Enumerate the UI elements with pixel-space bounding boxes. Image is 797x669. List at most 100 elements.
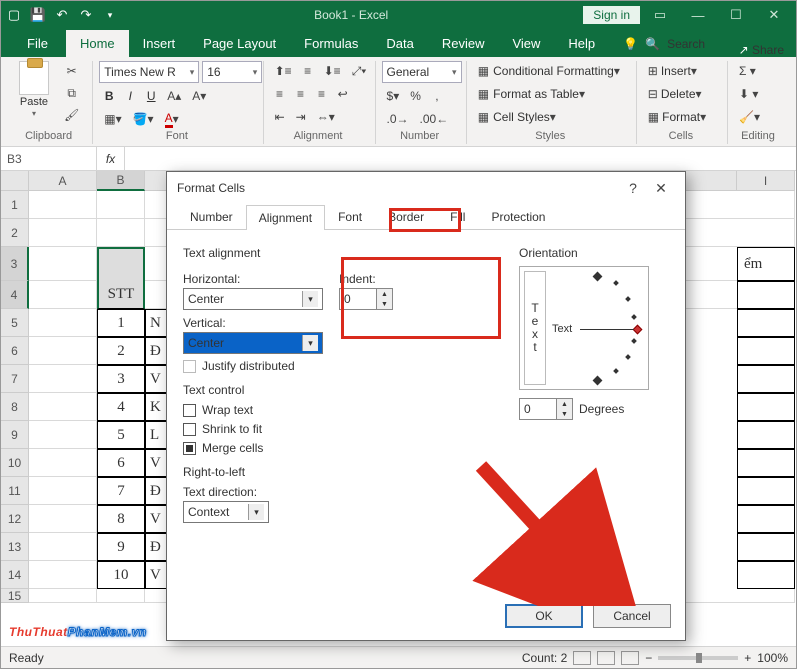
cell[interactable] (737, 219, 795, 247)
clear-button[interactable]: 🧹▾ (734, 107, 765, 127)
cell[interactable]: ểm (737, 247, 795, 281)
row-header[interactable]: 8 (1, 393, 29, 421)
tab-file[interactable]: File (13, 30, 66, 57)
cell[interactable] (29, 281, 97, 309)
share-button[interactable]: ↗ Share (739, 43, 784, 57)
conditional-formatting-button[interactable]: ▦ Conditional Formatting ▾ (473, 61, 633, 81)
cut-button[interactable]: ✂ (59, 61, 84, 81)
text-direction-dropdown[interactable]: Context▾ (183, 501, 269, 523)
zoom-out-button[interactable]: − (645, 651, 652, 665)
shrink-to-fit-checkbox[interactable]: Shrink to fit (183, 422, 495, 436)
dialog-titlebar[interactable]: Format Cells ? ✕ (167, 172, 685, 204)
cell[interactable] (737, 191, 795, 219)
decrease-decimal-button[interactable]: .00← (415, 109, 454, 129)
font-color-button[interactable]: A▾ (160, 109, 184, 129)
cell[interactable] (737, 505, 795, 533)
align-left-button[interactable]: ≡ (270, 84, 290, 104)
degrees-spinner[interactable]: ▲▼ (519, 398, 573, 420)
autosum-button[interactable]: Σ ▾ (734, 61, 761, 81)
row-header[interactable]: 4 (1, 281, 29, 309)
cell-stt[interactable]: 3 (97, 365, 145, 393)
cell[interactable] (29, 337, 97, 365)
row-header[interactable]: 10 (1, 449, 29, 477)
cell-name-fragment[interactable]: V (145, 449, 167, 477)
cell-name-fragment[interactable]: Đ (145, 533, 167, 561)
italic-button[interactable]: I (120, 86, 140, 106)
cell[interactable] (29, 309, 97, 337)
number-format-combo[interactable]: General▾ (382, 61, 462, 83)
tab-view[interactable]: View (498, 30, 554, 57)
decrease-indent-button[interactable]: ⇤ (270, 107, 290, 127)
cell-stt[interactable]: 1 (97, 309, 145, 337)
cell[interactable] (737, 533, 795, 561)
orientation-control[interactable]: Text Text (519, 266, 649, 390)
dialog-close-icon[interactable]: ✕ (647, 180, 675, 197)
cell-stt[interactable]: 7 (97, 477, 145, 505)
cell-name-fragment[interactable]: K (145, 393, 167, 421)
autosave-icon[interactable]: ▢ (5, 6, 23, 24)
cell[interactable] (737, 421, 795, 449)
cell[interactable] (737, 589, 795, 603)
cell-name-fragment[interactable]: V (145, 365, 167, 393)
cell[interactable] (29, 247, 97, 281)
degrees-input[interactable] (520, 399, 556, 419)
align-bottom-button[interactable]: ⬇≡ (319, 61, 346, 81)
close-icon[interactable]: ✕ (756, 3, 792, 27)
tab-help[interactable]: Help (554, 30, 609, 57)
cell-styles-button[interactable]: ▦ Cell Styles ▾ (473, 107, 633, 127)
cancel-button[interactable]: Cancel (593, 604, 671, 628)
cell-selected[interactable] (97, 247, 145, 281)
orientation-button[interactable]: ⤢▾ (347, 61, 372, 81)
row-header[interactable]: 3 (1, 247, 29, 281)
cell-stt[interactable]: 6 (97, 449, 145, 477)
indent-input[interactable] (340, 289, 376, 309)
cell-stt[interactable]: 9 (97, 533, 145, 561)
horizontal-dropdown[interactable]: Center▾ (183, 288, 323, 310)
qat-customize-icon[interactable]: ▾ (101, 6, 119, 24)
align-center-button[interactable]: ≡ (291, 84, 311, 104)
save-icon[interactable]: 💾 (29, 6, 47, 24)
tab-formulas[interactable]: Formulas (290, 30, 372, 57)
cell-stt[interactable]: 4 (97, 393, 145, 421)
font-size-combo[interactable]: 16▾ (202, 61, 262, 83)
cell[interactable] (737, 365, 795, 393)
cell[interactable] (737, 337, 795, 365)
page-break-view-icon[interactable] (621, 651, 639, 665)
zoom-in-button[interactable]: + (744, 651, 751, 665)
tab-review[interactable]: Review (428, 30, 499, 57)
cell[interactable] (29, 505, 97, 533)
cell[interactable] (737, 281, 795, 309)
row-header[interactable]: 15 (1, 589, 29, 603)
dlg-tab-number[interactable]: Number (177, 204, 246, 229)
cell[interactable] (29, 219, 97, 247)
tab-insert[interactable]: Insert (129, 30, 190, 57)
cell[interactable] (737, 309, 795, 337)
copy-button[interactable]: ⧉ (59, 83, 84, 103)
ok-button[interactable]: OK (505, 604, 583, 628)
dlg-tab-font[interactable]: Font (325, 204, 375, 229)
format-as-table-button[interactable]: ▦ Format as Table ▾ (473, 84, 633, 104)
signin-button[interactable]: Sign in (583, 6, 640, 24)
cell-header-stt[interactable]: STT (97, 281, 145, 309)
dialog-help-icon[interactable]: ? (619, 180, 647, 196)
cell[interactable] (737, 477, 795, 505)
fill-button[interactable]: ⬇ ▾ (734, 84, 763, 104)
cell[interactable] (29, 477, 97, 505)
redo-icon[interactable]: ↷ (77, 6, 95, 24)
spinner-up-icon[interactable]: ▲ (376, 289, 392, 299)
name-box[interactable]: B3 (1, 147, 97, 170)
wrap-text-button[interactable]: ↩ (333, 84, 353, 104)
dlg-tab-border[interactable]: Border (375, 204, 437, 229)
cell-name-fragment[interactable]: L (145, 421, 167, 449)
decrease-font-button[interactable]: A▾ (187, 86, 211, 106)
select-all-corner[interactable] (1, 171, 29, 191)
fill-color-button[interactable]: 🪣▾ (128, 109, 159, 129)
ribbon-options-icon[interactable]: ▭ (642, 3, 678, 27)
tab-data[interactable]: Data (372, 30, 427, 57)
align-top-button[interactable]: ⬆≡ (270, 61, 297, 81)
cell-name-fragment[interactable]: N (145, 309, 167, 337)
format-painter-button[interactable]: 🖌 (59, 105, 84, 125)
increase-font-button[interactable]: A▴ (162, 86, 186, 106)
underline-button[interactable]: U (141, 86, 161, 106)
tab-home[interactable]: Home (66, 30, 129, 57)
